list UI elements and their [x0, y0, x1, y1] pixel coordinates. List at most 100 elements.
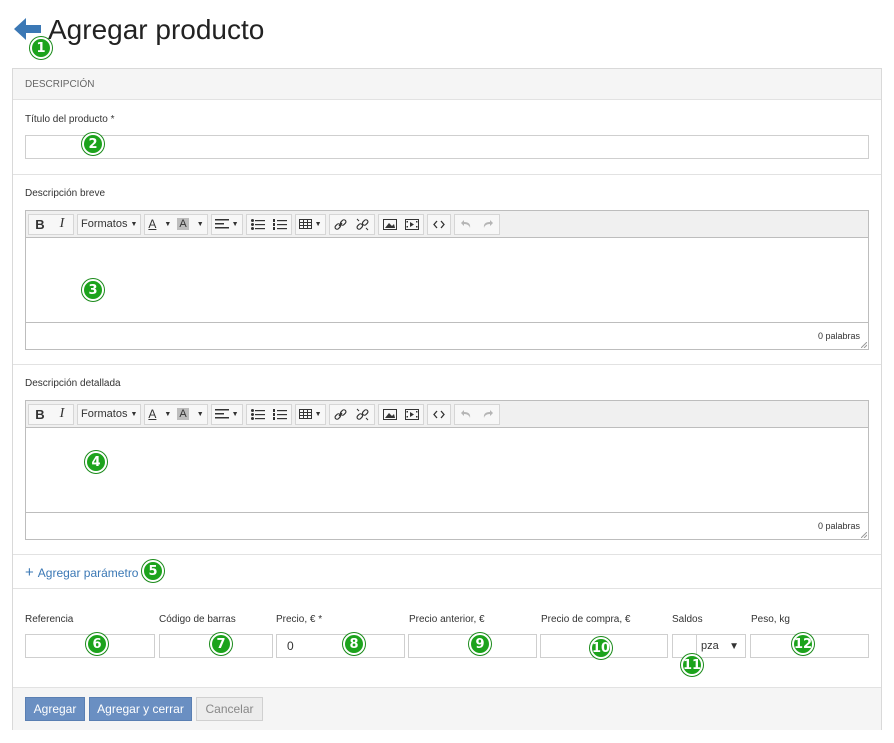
font-color-button[interactable]: A ▼: [145, 215, 174, 234]
undo-icon: [460, 220, 470, 228]
chevron-down-icon: ▼: [314, 220, 322, 228]
source-code-button[interactable]: [428, 215, 450, 234]
reference-label: Referencia: [25, 614, 74, 625]
redo-icon: [483, 220, 493, 228]
image-icon: [382, 408, 397, 420]
description-panel: DESCRIPCIÓN Título del producto * Descri…: [12, 68, 882, 730]
undo-button[interactable]: [455, 215, 477, 234]
product-title-label: Título del producto *: [25, 114, 115, 125]
align-group: ▼: [210, 213, 243, 235]
stock-label: Saldos: [672, 614, 703, 625]
formats-group: Formatos ▼: [77, 213, 142, 235]
code-group: [426, 213, 451, 235]
chevron-down-icon: ▼: [231, 410, 239, 418]
formats-dropdown[interactable]: Formatos ▼: [78, 215, 140, 234]
chevron-down-icon: ▼: [314, 410, 322, 418]
unlink-button[interactable]: [352, 405, 374, 424]
background-color-icon: A: [177, 408, 189, 420]
chevron-down-icon: ▼: [130, 220, 138, 228]
history-group: [453, 213, 500, 235]
align-button[interactable]: ▼: [212, 215, 242, 234]
numbered-list-icon: [272, 218, 287, 230]
align-button[interactable]: ▼: [212, 405, 242, 424]
bullet-list-button[interactable]: [247, 405, 269, 424]
unlink-button[interactable]: [352, 215, 374, 234]
marker-7: 7: [210, 633, 232, 655]
short-description-editor: B I Formatos ▼ A ▼ A ▼ ▼ ▼ 0 palabras: [25, 210, 869, 350]
add-and-close-button[interactable]: Agregar y cerrar: [89, 697, 192, 721]
formats-group: Formatos ▼: [77, 403, 142, 425]
chevron-down-icon: ▼: [196, 410, 204, 418]
long-description-textarea[interactable]: [26, 428, 868, 512]
add-parameter-link[interactable]: + Agregar parámetro: [25, 564, 138, 581]
video-button[interactable]: [401, 405, 423, 424]
bold-icon[interactable]: B: [29, 215, 51, 234]
undo-button[interactable]: [455, 405, 477, 424]
bold-icon[interactable]: B: [29, 405, 51, 424]
redo-button[interactable]: [477, 215, 499, 234]
code-icon: [432, 220, 445, 228]
code-group: [426, 403, 451, 425]
add-button[interactable]: Agregar: [25, 697, 85, 721]
link-icon: [334, 218, 347, 230]
list-group: [245, 403, 292, 425]
stock-unit-select[interactable]: pza ▼: [696, 634, 746, 658]
word-count: 0 palabras: [817, 521, 860, 531]
table-group: ▼: [294, 213, 326, 235]
short-description-section: Descripción breve B I Formatos ▼ A ▼ A ▼ ▼: [13, 175, 881, 365]
link-button[interactable]: [330, 215, 352, 234]
background-color-button[interactable]: A ▼: [174, 215, 206, 234]
code-icon: [432, 410, 445, 418]
media-group: [377, 213, 424, 235]
stock-unit-value: pza: [701, 640, 719, 652]
marker-6: 6: [86, 633, 108, 655]
resize-grip-icon[interactable]: [861, 532, 867, 538]
table-button[interactable]: ▼: [296, 215, 325, 234]
link-group: [328, 403, 375, 425]
link-button[interactable]: [330, 405, 352, 424]
image-button[interactable]: [379, 215, 401, 234]
marker-10: 10: [590, 637, 612, 659]
table-group: ▼: [294, 403, 326, 425]
undo-icon: [460, 410, 470, 418]
italic-icon[interactable]: I: [51, 405, 73, 424]
chevron-down-icon: ▼: [130, 410, 138, 418]
chevron-down-icon: ▼: [196, 220, 204, 228]
unlink-icon: [356, 218, 369, 230]
chevron-down-icon: ▼: [164, 220, 172, 228]
editor-toolbar: B I Formatos ▼ A ▼ A ▼ ▼ ▼: [26, 211, 868, 238]
video-icon: [404, 218, 419, 230]
chevron-down-icon: ▼: [231, 220, 239, 228]
formats-dropdown[interactable]: Formatos ▼: [78, 405, 140, 424]
product-title-input[interactable]: [25, 135, 869, 159]
table-icon: [298, 409, 312, 419]
page-header: Agregar producto: [12, 8, 872, 58]
italic-icon[interactable]: I: [51, 215, 73, 234]
video-button[interactable]: [401, 215, 423, 234]
image-button[interactable]: [379, 405, 401, 424]
unlink-icon: [356, 408, 369, 420]
weight-label: Peso, kg: [751, 614, 790, 625]
price-input[interactable]: [276, 634, 405, 658]
table-button[interactable]: ▼: [296, 405, 325, 424]
bullet-list-button[interactable]: [247, 215, 269, 234]
numbered-list-icon: [272, 408, 287, 420]
link-icon: [334, 408, 347, 420]
background-color-button[interactable]: A ▼: [174, 405, 206, 424]
short-description-label: Descripción breve: [25, 188, 106, 199]
text-style-group: B I: [28, 213, 74, 235]
font-color-button[interactable]: A ▼: [145, 405, 174, 424]
numbered-list-button[interactable]: [269, 215, 291, 234]
align-left-icon: [214, 409, 229, 419]
source-code-button[interactable]: [428, 405, 450, 424]
marker-5: 5: [142, 560, 164, 582]
editor-status-bar: 0 palabras: [26, 512, 868, 539]
marker-9: 9: [469, 633, 491, 655]
numbered-list-button[interactable]: [269, 405, 291, 424]
redo-icon: [483, 410, 493, 418]
plus-icon: +: [25, 564, 34, 581]
resize-grip-icon[interactable]: [861, 342, 867, 348]
cancel-button[interactable]: Cancelar: [196, 697, 263, 721]
redo-button[interactable]: [477, 405, 499, 424]
short-description-textarea[interactable]: [26, 238, 868, 322]
